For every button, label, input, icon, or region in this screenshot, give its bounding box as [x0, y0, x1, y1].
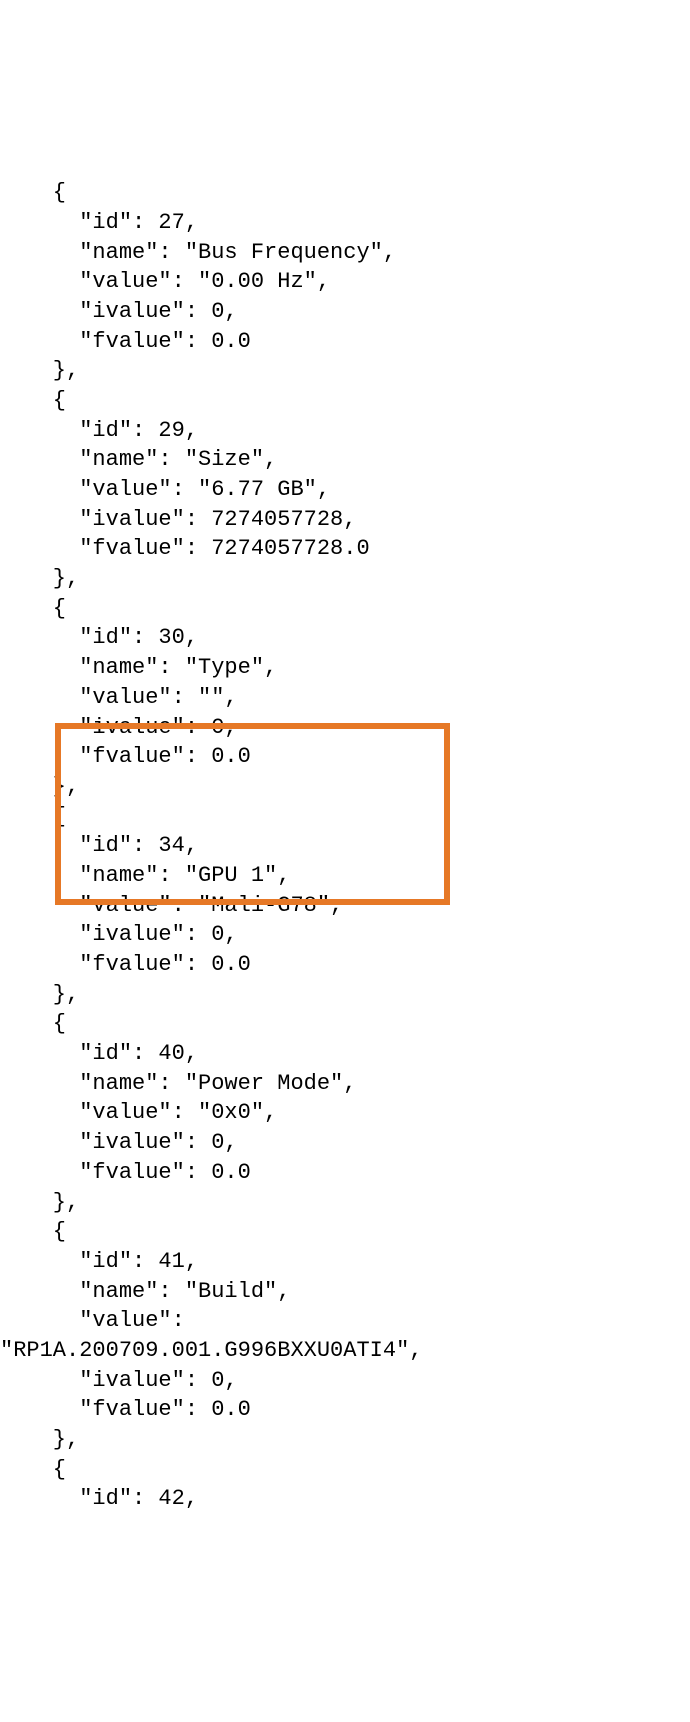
- code-line: "value":: [0, 1306, 690, 1336]
- code-line: "name": "GPU 1",: [0, 861, 690, 891]
- code-line: "id": 30,: [0, 623, 690, 653]
- code-line: "fvalue": 0.0: [0, 742, 690, 772]
- code-line: "ivalue": 0,: [0, 1366, 690, 1396]
- code-line: {: [0, 178, 690, 208]
- code-line: "id": 40,: [0, 1039, 690, 1069]
- code-line: "name": "Build",: [0, 1277, 690, 1307]
- code-line: "value": "",: [0, 683, 690, 713]
- code-line: },: [0, 356, 690, 386]
- code-line: {: [0, 1009, 690, 1039]
- code-line: "ivalue": 7274057728,: [0, 505, 690, 535]
- code-line: "value": "Mali-G78",: [0, 891, 690, 921]
- code-line: "fvalue": 7274057728.0: [0, 534, 690, 564]
- code-line: "ivalue": 0,: [0, 1128, 690, 1158]
- code-line: },: [0, 980, 690, 1010]
- code-line: "RP1A.200709.001.G996BXXU0ATI4",: [0, 1336, 690, 1366]
- code-line: },: [0, 772, 690, 802]
- code-line: {: [0, 802, 690, 832]
- code-line: "value": "0.00 Hz",: [0, 267, 690, 297]
- code-line: {: [0, 386, 690, 416]
- code-line: "name": "Size",: [0, 445, 690, 475]
- code-line: {: [0, 594, 690, 624]
- code-line: },: [0, 1188, 690, 1218]
- code-line: "value": "0x0",: [0, 1098, 690, 1128]
- code-line: "ivalue": 0,: [0, 297, 690, 327]
- code-line: "ivalue": 0,: [0, 920, 690, 950]
- code-line: "id": 34,: [0, 831, 690, 861]
- code-line: "ivalue": 0,: [0, 713, 690, 743]
- code-line: "name": "Power Mode",: [0, 1069, 690, 1099]
- code-line: "fvalue": 0.0: [0, 1158, 690, 1188]
- code-line: "value": "6.77 GB",: [0, 475, 690, 505]
- code-line: "id": 27,: [0, 208, 690, 238]
- code-line: "id": 29,: [0, 416, 690, 446]
- code-line: "id": 41,: [0, 1247, 690, 1277]
- code-line: "id": 42,: [0, 1484, 690, 1514]
- code-line: },: [0, 564, 690, 594]
- code-line: "name": "Bus Frequency",: [0, 238, 690, 268]
- code-line: "fvalue": 0.0: [0, 327, 690, 357]
- code-line: "name": "Type",: [0, 653, 690, 683]
- code-line: {: [0, 1217, 690, 1247]
- code-line: },: [0, 1425, 690, 1455]
- code-line: "fvalue": 0.0: [0, 1395, 690, 1425]
- code-line: {: [0, 1455, 690, 1485]
- json-code-block: { "id": 27, "name": "Bus Frequency", "va…: [0, 119, 690, 1574]
- code-line: "fvalue": 0.0: [0, 950, 690, 980]
